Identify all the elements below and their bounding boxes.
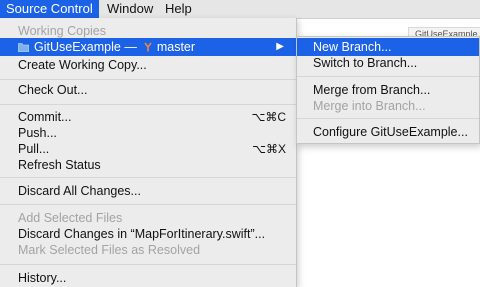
menu-separator xyxy=(0,79,296,80)
working-copy-dash: — xyxy=(124,40,137,54)
menu-separator xyxy=(0,177,296,178)
menubar-window[interactable]: Window xyxy=(101,0,159,18)
menu-separator xyxy=(0,264,296,265)
working-copy-submenu: New Branch... Switch to Branch... Merge … xyxy=(296,36,480,144)
source-control-menu: Working Copies GitUseExample — master ▶ … xyxy=(0,18,297,287)
switch-to-branch-item[interactable]: Switch to Branch... xyxy=(297,54,479,72)
folder-icon xyxy=(17,39,30,53)
working-copy-name: GitUseExample xyxy=(34,40,121,54)
commit-label: Commit... xyxy=(18,110,72,124)
merge-into-branch-item: Merge into Branch... xyxy=(313,99,426,113)
working-copy-branch: master xyxy=(156,40,196,54)
configure-item[interactable]: Configure GitUseExample... xyxy=(297,123,479,141)
menu-separator xyxy=(297,118,479,119)
check-out-item[interactable]: Check Out... xyxy=(0,81,296,99)
working-copy-item[interactable]: GitUseExample — master ▶ xyxy=(0,38,296,56)
branch-icon xyxy=(143,39,153,52)
menu-bar: Source Control Window Help xyxy=(0,0,480,19)
menubar-help[interactable]: Help xyxy=(159,0,198,18)
pull-label: Pull... xyxy=(18,142,50,156)
history-item[interactable]: History... xyxy=(0,269,296,287)
submenu-arrow-icon: ▶ xyxy=(276,41,284,52)
menu-separator xyxy=(297,76,479,77)
menu-separator xyxy=(0,204,296,205)
create-working-copy-item[interactable]: Create Working Copy... xyxy=(0,56,296,74)
discard-all-changes-item[interactable]: Discard All Changes... xyxy=(0,182,296,200)
refresh-status-item[interactable]: Refresh Status xyxy=(0,156,296,174)
menubar-source-control[interactable]: Source Control xyxy=(0,0,99,18)
mark-resolved-item: Mark Selected Files as Resolved xyxy=(18,243,201,257)
menu-separator xyxy=(0,104,296,105)
